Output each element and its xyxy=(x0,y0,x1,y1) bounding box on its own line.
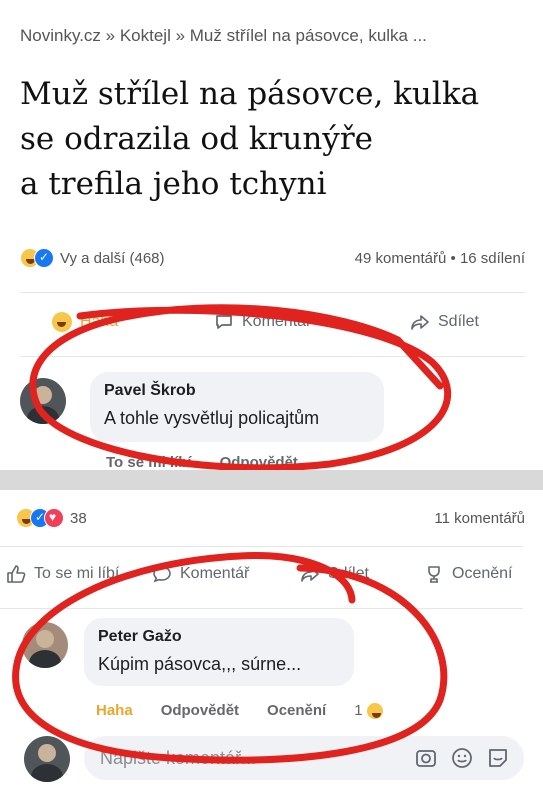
like-label: To se mi líbí xyxy=(34,565,120,582)
haha-icon xyxy=(52,312,72,332)
post-card-top: Novinky.cz » Koktejl » Muž střílel na pá… xyxy=(0,0,543,470)
share-button[interactable]: Sdílet xyxy=(300,564,369,584)
reactions-count: 38 xyxy=(70,509,87,527)
headline-line: se odrazila od krunýře xyxy=(20,121,373,157)
reactions-button[interactable]: 38 xyxy=(16,508,87,528)
comment-author[interactable]: Pavel Škrob xyxy=(104,382,370,400)
comment-bubble: Peter Gažo Kúpim pásovca,,, súrne... xyxy=(84,618,354,686)
comment-button[interactable]: Komentář xyxy=(152,564,249,584)
comment-text: Kúpim pásovca,,, súrne... xyxy=(98,654,302,674)
comment-icon xyxy=(153,566,171,583)
comment-bubble: Pavel Škrob A tohle vysvětluj policajtům xyxy=(90,372,384,442)
divider xyxy=(0,608,523,609)
love-icon xyxy=(44,508,64,528)
current-user-avatar xyxy=(24,736,70,782)
avatar[interactable] xyxy=(20,378,66,424)
headline-line: Muž střílel na pásovce, kulka xyxy=(20,76,480,112)
award-label: Ocenění xyxy=(452,565,513,582)
award-link[interactable]: Ocenění xyxy=(267,702,326,719)
reactions-button[interactable]: Vy a další (468) xyxy=(20,248,165,268)
haha-label: Haha xyxy=(80,313,119,330)
write-comment-placeholder: Napište komentář... xyxy=(100,748,257,768)
haha-reaction-link[interactable]: Haha xyxy=(96,702,133,719)
award-icon xyxy=(428,566,440,583)
comment-meta: Haha Odpovědět Ocenění 1 xyxy=(96,702,383,719)
breadcrumb[interactable]: Novinky.cz » Koktejl » Muž střílel na pá… xyxy=(20,26,427,46)
comment-button[interactable]: Komentář xyxy=(214,312,311,332)
post-action-bar: Haha Komentář Sdílet xyxy=(0,312,543,342)
share-label: Sdílet xyxy=(328,565,369,582)
haha-button[interactable]: Haha xyxy=(52,312,118,332)
comment-tools xyxy=(414,746,510,770)
comment-label: Komentář xyxy=(242,313,312,330)
comment-author[interactable]: Peter Gažo xyxy=(98,628,340,646)
camera-icon[interactable] xyxy=(414,746,438,770)
divider xyxy=(20,292,525,293)
reaction-count: 1 xyxy=(354,702,363,719)
reaction-summary: Vy a další (468) 49 komentářů • 16 sdíle… xyxy=(20,248,525,272)
like-comment-link[interactable]: To se mi líbí xyxy=(106,454,192,470)
comment-label: Komentář xyxy=(180,565,250,582)
share-label: Sdílet xyxy=(438,313,479,330)
post-stats[interactable]: 49 komentářů • 16 sdílení xyxy=(355,250,525,267)
post-card-bottom: 38 11 komentářů To se mi líbí Komentář S… xyxy=(0,490,543,792)
sticker-icon[interactable] xyxy=(486,746,510,770)
share-icon xyxy=(301,567,319,582)
haha-icon xyxy=(366,702,383,719)
like-icon xyxy=(7,565,26,583)
avatar[interactable] xyxy=(22,622,68,668)
share-button[interactable]: Sdílet xyxy=(410,312,479,332)
post-action-bar: To se mi líbí Komentář Sdílet Ocenění xyxy=(0,564,543,594)
reply-link[interactable]: Odpovědět xyxy=(220,454,298,470)
reaction-summary: 38 11 komentářů xyxy=(16,508,525,532)
comments-count[interactable]: 11 komentářů xyxy=(434,510,525,527)
divider xyxy=(20,356,525,357)
divider xyxy=(0,546,523,547)
write-comment-field[interactable]: Napište komentář... xyxy=(84,736,524,780)
award-button[interactable]: Ocenění xyxy=(424,564,512,584)
headline-line: a trefila jeho tchyni xyxy=(20,166,327,202)
like-button[interactable]: To se mi líbí xyxy=(6,564,119,584)
comment-text: A tohle vysvětluj policajtům xyxy=(104,408,320,428)
comment-reaction-count[interactable]: 1 xyxy=(354,702,383,719)
comment-icon xyxy=(216,315,232,329)
like-icon xyxy=(34,248,54,268)
smiley-icon[interactable] xyxy=(450,746,474,770)
share-icon xyxy=(411,315,429,330)
article-headline[interactable]: Muž střílel na pásovce, kulka se odrazil… xyxy=(20,72,535,207)
comment-meta: To se mi líbí Odpovědět xyxy=(106,454,298,470)
reactions-text: Vy a další (468) xyxy=(60,249,165,267)
reply-link[interactable]: Odpovědět xyxy=(161,702,239,719)
